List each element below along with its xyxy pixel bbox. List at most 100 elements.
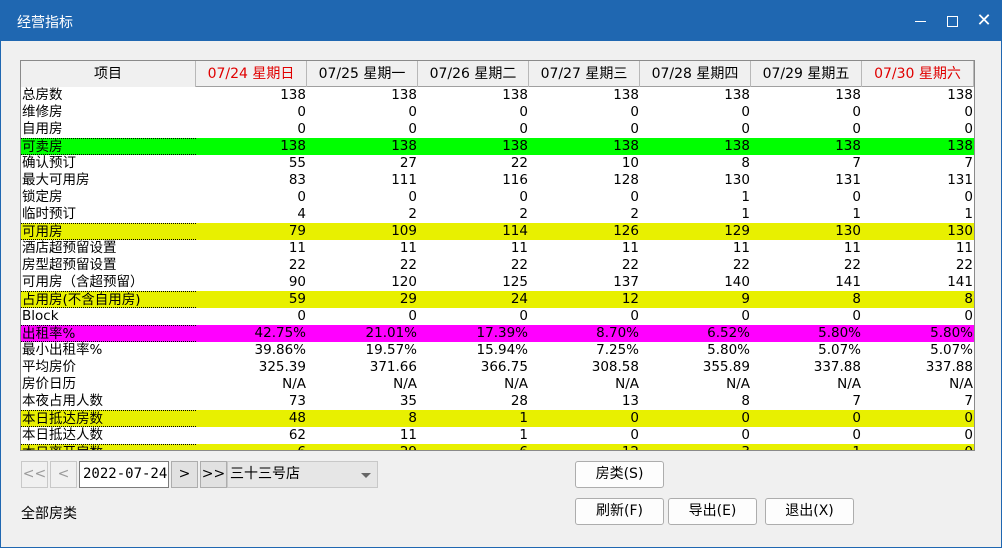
table-cell: 0 xyxy=(297,121,306,137)
table-cell: 0 xyxy=(297,308,306,324)
refresh-button[interactable]: 刷新(F) xyxy=(575,498,664,525)
table-row[interactable]: 自用房 0 0 0 0 0 0 0 xyxy=(21,121,974,138)
table-cell: 128 xyxy=(613,172,639,188)
table-cell: 11 xyxy=(732,240,750,256)
table-cell: 73 xyxy=(288,393,306,409)
table-cell: 12 xyxy=(621,291,639,307)
table-row[interactable]: 可卖房 138 138 138 138 138 138 138 xyxy=(21,138,974,155)
store-select[interactable]: 三十三号店 xyxy=(227,461,378,488)
close-button[interactable]: ✕ xyxy=(967,1,1001,41)
first-page-button[interactable]: << xyxy=(21,461,48,488)
table-row[interactable]: 平均房价 325.39 371.66 366.75 308.58 355.89 337.88… xyxy=(21,359,974,376)
table-cell: 62 xyxy=(288,427,306,443)
next-page-button[interactable]: > xyxy=(171,461,198,488)
table-cell: 138 xyxy=(947,87,973,103)
column-header-date[interactable]: 07/25 星期一 xyxy=(307,61,418,87)
table-cell: 0 xyxy=(741,410,750,426)
table-cell: N/A xyxy=(726,376,750,392)
table-cell: 4 xyxy=(297,206,306,222)
row-label: 出租率% xyxy=(21,325,196,342)
prev-page-button[interactable]: < xyxy=(50,461,77,488)
column-header-date[interactable]: 07/30 星期六 xyxy=(862,61,974,87)
table-cell: 111 xyxy=(391,172,417,188)
table-cell: 138 xyxy=(835,138,861,154)
table-cell: 2 xyxy=(630,206,639,222)
room-type-button[interactable]: 房类(S) xyxy=(575,461,664,488)
table-cell: 22 xyxy=(288,257,306,273)
table-cell: 0 xyxy=(408,308,417,324)
table-cell: 138 xyxy=(502,87,528,103)
row-label: 可用房（含超预留） xyxy=(22,274,144,290)
row-label: 房型超预留设置 xyxy=(22,257,117,273)
column-header-date[interactable]: 07/29 星期五 xyxy=(751,61,862,87)
table-cell: N/A xyxy=(393,376,417,392)
table-row[interactable]: Block 0 0 0 0 0 0 0 xyxy=(21,308,974,325)
table-row[interactable]: 可用房（含超预留） 90 120 125 137 140 141 141 xyxy=(21,274,974,291)
table-cell: 130 xyxy=(724,172,750,188)
column-header-date[interactable]: 07/28 星期四 xyxy=(640,61,751,87)
table-cell: 138 xyxy=(391,138,417,154)
table-cell: 131 xyxy=(947,172,973,188)
table-row[interactable]: 房价日历 N/A N/A N/A N/A N/A N/A N/A xyxy=(21,376,974,393)
row-label: 最大可用房 xyxy=(22,172,90,188)
table-cell: 0 xyxy=(630,189,639,205)
maximize-button[interactable] xyxy=(935,1,969,41)
row-label: 自用房 xyxy=(22,121,63,137)
row-label: 维修房 xyxy=(22,104,63,120)
table-cell: 7.25% xyxy=(596,342,639,358)
table-row[interactable]: 本夜占用人数 73 35 28 13 8 7 7 xyxy=(21,393,974,410)
table-row[interactable]: 总房数 138 138 138 138 138 138 138 xyxy=(21,87,974,104)
table-cell: 1 xyxy=(519,410,528,426)
table-cell: 29 xyxy=(307,444,418,450)
table-cell: 11 xyxy=(843,240,861,256)
table-row[interactable]: 出租率% 42.75% 21.01% 17.39% 8.70% 6.52% 5.80% 5.8… xyxy=(21,325,974,342)
table-row[interactable]: 临时预订 4 2 2 2 1 1 1 xyxy=(21,206,974,223)
minimize-button[interactable] xyxy=(903,1,937,41)
row-label: 本夜占用人数 xyxy=(22,393,103,409)
table-row[interactable]: 房型超预留设置 22 22 22 22 22 22 22 xyxy=(21,257,974,274)
column-header-date[interactable]: 07/24 星期日 xyxy=(196,61,307,87)
table-cell: 7 xyxy=(852,155,861,171)
table-cell: 0 xyxy=(852,410,861,426)
minimize-icon xyxy=(914,20,926,22)
table-cell: 19.57% xyxy=(365,342,417,358)
table-cell: 0 xyxy=(630,121,639,137)
table-cell: 7 xyxy=(964,393,973,409)
table-row[interactable]: 确认预订 55 27 22 10 8 7 7 xyxy=(21,155,974,172)
metrics-grid[interactable]: 项目 07/24 星期日 07/25 星期一 07/26 星期二 07/27 星期三 07… xyxy=(20,60,975,451)
table-cell: 7 xyxy=(852,393,861,409)
dropdown-arrow-icon xyxy=(361,473,371,478)
room-type-status: 全部房类 xyxy=(21,506,77,522)
row-label: 本日离开房数 xyxy=(21,444,196,450)
table-row[interactable]: 维修房 0 0 0 0 0 0 0 xyxy=(21,104,974,121)
table-cell: 0 xyxy=(741,121,750,137)
table-cell: 0 xyxy=(862,444,974,450)
column-header-date[interactable]: 07/26 星期二 xyxy=(418,61,529,87)
table-row[interactable]: 最小出租率% 39.86% 19.57% 15.94% 7.25% 5.80% 5.07% 5… xyxy=(21,342,974,359)
table-cell: 0 xyxy=(630,308,639,324)
last-page-button[interactable]: >> xyxy=(200,461,227,488)
table-cell: 5.80% xyxy=(707,342,750,358)
table-row[interactable]: 酒店超预留设置 11 11 11 11 11 11 11 xyxy=(21,240,974,257)
column-header-item[interactable]: 项目 xyxy=(21,61,196,87)
table-row[interactable]: 最大可用房 83 111 116 128 130 131 131 xyxy=(21,172,974,189)
exit-button[interactable]: 退出(X) xyxy=(765,498,854,525)
table-cell: 35 xyxy=(399,393,417,409)
table-row[interactable]: 可用房 79 109 114 126 129 130 130 xyxy=(21,223,974,240)
app-window: 经营指标 ✕ 项目 07/24 星期日 07/25 星期一 07/26 星期二 07/2… xyxy=(0,0,1002,548)
table-row[interactable]: 锁定房 0 0 0 0 1 0 0 xyxy=(21,189,974,206)
table-cell: 8 xyxy=(741,155,750,171)
table-row[interactable]: 本日抵达房数 48 8 1 0 0 0 0 xyxy=(21,410,974,427)
table-row[interactable]: 本日抵达人数 62 11 1 0 0 0 0 xyxy=(21,427,974,444)
table-cell: 0 xyxy=(630,410,639,426)
table-cell: 126 xyxy=(613,223,639,239)
table-cell: 8 xyxy=(741,393,750,409)
date-input[interactable]: 2022-07-24 xyxy=(79,461,169,488)
export-button[interactable]: 导出(E) xyxy=(668,498,757,525)
table-cell: 42.75% xyxy=(254,325,306,341)
table-row[interactable]: 本日离开房数629612310 xyxy=(21,444,974,450)
table-cell: 22 xyxy=(510,155,528,171)
column-header-date[interactable]: 07/27 星期三 xyxy=(529,61,640,87)
table-row[interactable]: 占用房(不含自用房) 59 29 24 12 9 8 8 xyxy=(21,291,974,308)
table-cell: 120 xyxy=(391,274,417,290)
